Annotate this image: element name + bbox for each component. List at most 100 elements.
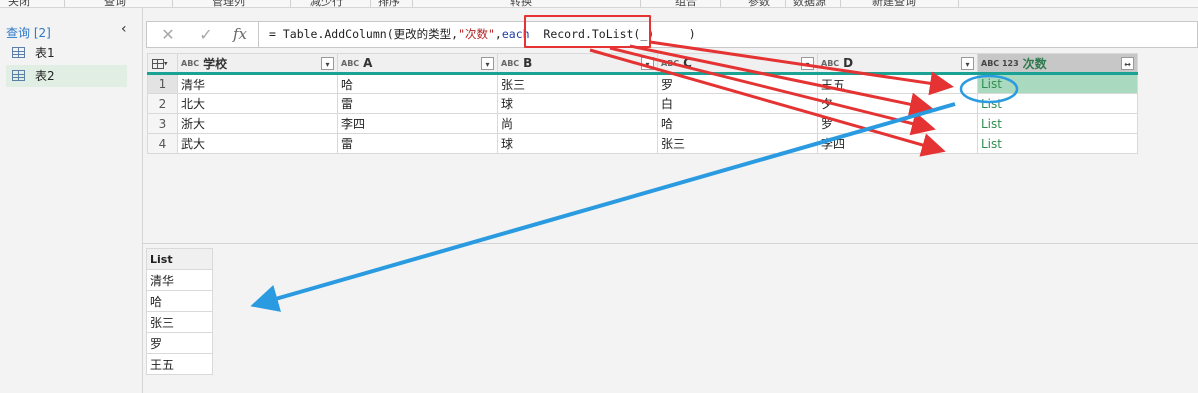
ribbon-separator	[958, 0, 959, 7]
table-cell[interactable]: 夕	[817, 93, 978, 114]
column-header-count[interactable]: ABC 123 次数 ↔	[977, 53, 1138, 75]
formula-bar: ✕ ✓ fx = Table.AddColumn(更改的类型,"次数",each…	[146, 21, 1198, 48]
table-cell[interactable]: 白	[657, 93, 818, 114]
column-header-label: A	[363, 56, 373, 70]
table-cell[interactable]: 雷	[337, 133, 498, 154]
column-header-label: C	[683, 56, 692, 70]
table-cell[interactable]: 雷	[337, 93, 498, 114]
query-item-table2[interactable]: 表2	[6, 65, 127, 87]
row-number[interactable]: 1	[147, 73, 178, 94]
ribbon-tab-data-source[interactable]: 数据源	[793, 0, 826, 7]
close-icon[interactable]: ✕	[155, 24, 181, 45]
table-cell[interactable]: 球	[497, 133, 658, 154]
table-cell[interactable]: 张三	[497, 73, 658, 94]
ribbon-tab-reduce-rows[interactable]: 减少行	[310, 0, 343, 7]
filter-dropdown-icon[interactable]: ▾	[321, 57, 334, 70]
ribbon-tab-parameters[interactable]: 参数	[748, 0, 770, 7]
table-cell[interactable]: 尚	[497, 113, 658, 134]
preview-value: 清华	[146, 269, 213, 291]
table-cell[interactable]: 王五	[817, 73, 978, 94]
column-header-b[interactable]: ABC B ▾	[497, 53, 658, 75]
column-header-c[interactable]: ABC C ▾	[657, 53, 818, 75]
table-cell[interactable]: 李四	[337, 113, 498, 134]
ribbon-separator	[172, 0, 173, 7]
chevron-down-icon: ▾	[164, 59, 168, 68]
table-cell[interactable]: 浙大	[177, 113, 338, 134]
preview-value: 哈	[146, 290, 213, 312]
table-row: 1 清华 哈 张三 罗 王五 List	[147, 73, 1138, 94]
ribbon-separator	[412, 0, 413, 7]
list-link-cell[interactable]: List	[977, 133, 1138, 154]
query-item-table1[interactable]: 表1	[6, 42, 127, 64]
filter-dropdown-icon[interactable]: ▾	[961, 57, 974, 70]
table-cell[interactable]: 李四	[817, 133, 978, 154]
preview-value: 王五	[146, 353, 213, 375]
filter-dropdown-icon[interactable]: ▾	[801, 57, 814, 70]
list-link-cell[interactable]: List	[977, 113, 1138, 134]
preview-value: 罗	[146, 332, 213, 354]
any-type-icon: ABC 123	[981, 59, 1019, 68]
text-type-icon: ABC	[341, 58, 360, 68]
formula-suffix: )	[654, 27, 696, 41]
column-header-label: D	[843, 56, 854, 70]
ribbon-tab-sort[interactable]: 排序	[378, 0, 400, 7]
table-cell[interactable]: 球	[497, 93, 658, 114]
column-header-d[interactable]: ABC D ▾	[817, 53, 978, 75]
ribbon-separator	[64, 0, 65, 7]
preview-header: List	[146, 248, 213, 270]
row-number[interactable]: 2	[147, 93, 178, 114]
column-header-label: 学校	[203, 56, 228, 71]
list-link-cell[interactable]: List	[977, 93, 1138, 114]
column-header-school[interactable]: ABC 学校 ▾	[177, 53, 338, 75]
ribbon-tab-transform[interactable]: 转换	[510, 0, 532, 7]
table-cell[interactable]: 清华	[177, 73, 338, 94]
table-cell[interactable]: 哈	[657, 113, 818, 134]
formula-prefix: = Table.AddColumn(更改的类型,	[269, 27, 459, 41]
formula-bar-divider	[258, 22, 259, 47]
check-icon[interactable]: ✓	[193, 24, 219, 45]
formula-string: "次数"	[458, 27, 495, 41]
table-cell[interactable]: 罗	[657, 73, 818, 94]
ribbon-tab-query[interactable]: 查询	[104, 0, 126, 7]
ribbon-tab-new-query[interactable]: 新建查询	[872, 0, 916, 7]
table-cell[interactable]: 张三	[657, 133, 818, 154]
table-menu-button[interactable]: ▾	[147, 53, 178, 75]
filter-dropdown-icon[interactable]: ▾	[641, 57, 654, 70]
ribbon: 关闭 查询 管理列 减少行 排序 转换 组合 参数 数据源 新建查询	[0, 0, 1198, 8]
ribbon-separator	[785, 0, 786, 7]
ribbon-separator	[290, 0, 291, 7]
query-item-label: 表1	[35, 46, 55, 60]
table-cell[interactable]: 北大	[177, 93, 338, 114]
chevron-left-icon[interactable]: ‹	[121, 21, 135, 37]
text-type-icon: ABC	[501, 58, 520, 68]
table-icon	[12, 47, 25, 58]
data-grid: ▾ ABC 学校 ▾ ABC A ▾ ABC B ▾ ABC C ▾ ABC D ▾ ABC 123…	[147, 53, 1138, 154]
fx-icon[interactable]: fx	[227, 24, 253, 45]
filter-dropdown-icon[interactable]: ▾	[481, 57, 494, 70]
text-type-icon: ABC	[661, 58, 680, 68]
ribbon-tab-manage-columns[interactable]: 管理列	[212, 0, 245, 7]
preview-divider	[143, 243, 1198, 244]
table-cell[interactable]: 罗	[817, 113, 978, 134]
table-row: 3 浙大 李四 尚 哈 罗 List	[147, 113, 1138, 134]
column-header-label: B	[523, 56, 533, 70]
ribbon-tab-combine[interactable]: 组合	[675, 0, 697, 7]
row-number[interactable]: 4	[147, 133, 178, 154]
row-number[interactable]: 3	[147, 113, 178, 134]
table-icon	[152, 58, 164, 69]
ribbon-tab-close[interactable]: 关闭	[8, 0, 30, 7]
list-preview-table: List 清华 哈 张三 罗 王五	[146, 248, 213, 375]
queries-pane-title: 查询 [2]	[6, 26, 51, 40]
formula-highlight-annotation	[524, 15, 651, 48]
ribbon-separator	[640, 0, 641, 7]
table-cell[interactable]: 武大	[177, 133, 338, 154]
expand-column-icon[interactable]: ↔	[1121, 57, 1134, 70]
table-row: 2 北大 雷 球 白 夕 List	[147, 93, 1138, 114]
query-item-label: 表2	[35, 69, 55, 83]
list-link-cell[interactable]: List	[977, 73, 1138, 94]
table-row: 4 武大 雷 球 张三 李四 List	[147, 133, 1138, 154]
text-type-icon: ABC	[821, 58, 840, 68]
column-header-a[interactable]: ABC A ▾	[337, 53, 498, 75]
table-cell[interactable]: 哈	[337, 73, 498, 94]
ribbon-separator	[370, 0, 371, 7]
